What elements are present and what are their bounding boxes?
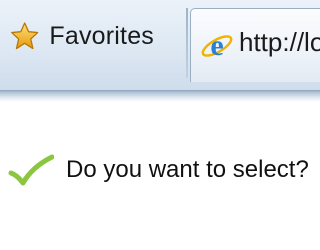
- browser-tab[interactable]: e http://lo: [190, 8, 320, 82]
- favorites-button[interactable]: Favorites: [4, 10, 154, 62]
- favorites-label: Favorites: [49, 21, 154, 50]
- star-icon: [11, 22, 39, 50]
- svg-text:e: e: [210, 29, 223, 62]
- toolbar-bottom-border: [0, 90, 320, 102]
- browser-toolbar: Favorites e http://lo: [0, 0, 320, 90]
- question-row: Do you want to select?: [8, 150, 309, 190]
- toolbar-separator: [186, 8, 188, 78]
- checkmark-icon: [8, 154, 54, 186]
- internet-explorer-icon: e: [201, 29, 233, 62]
- tab-url: http://lo: [239, 27, 320, 57]
- question-text: Do you want to select?: [66, 156, 309, 183]
